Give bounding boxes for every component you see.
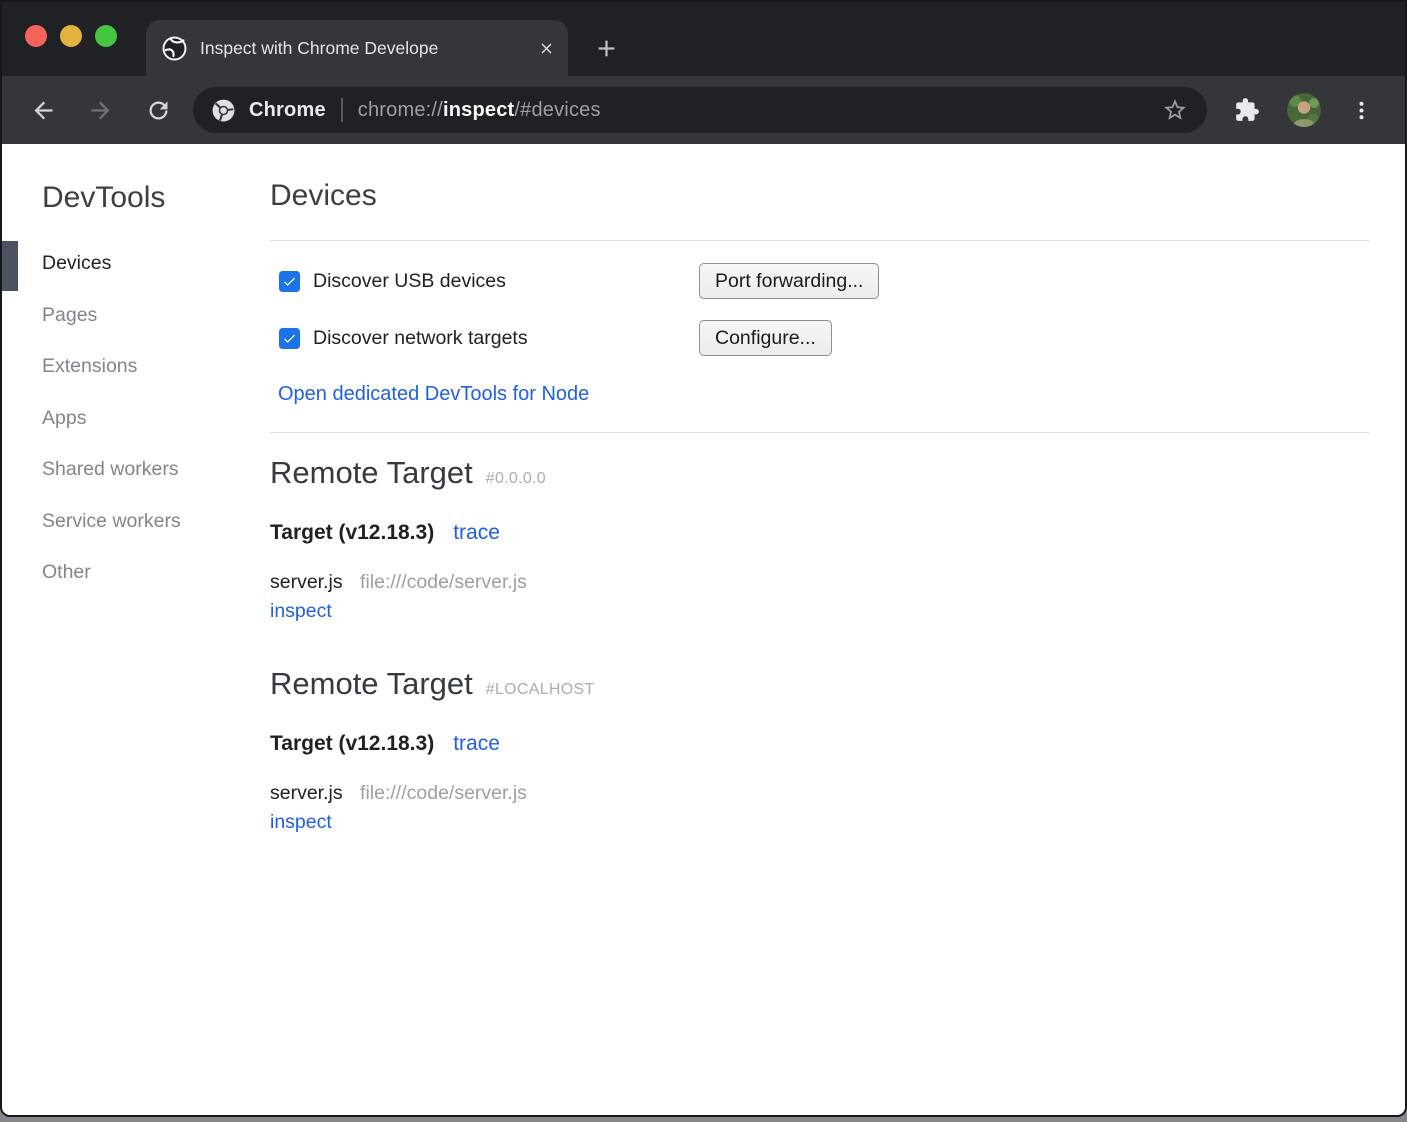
reload-button[interactable]: [143, 95, 173, 125]
sidebar-item-extensions[interactable]: Extensions: [42, 341, 270, 393]
target-version-label: Target (v12.18.3): [270, 730, 434, 758]
url-host: inspect: [443, 99, 514, 121]
browser-toolbar: Chrome chrome://inspect/#devices: [2, 76, 1405, 144]
tab-close-icon[interactable]: [536, 38, 556, 58]
remote-target-address: #LOCALHOST: [486, 681, 595, 699]
sidebar-selection-indicator: [2, 241, 18, 291]
url-text: chrome://inspect/#devices: [358, 99, 601, 122]
chrome-logo-icon: [211, 98, 236, 123]
browser-tab[interactable]: Inspect with Chrome Develope: [146, 20, 568, 76]
target-version-label: Target (v12.18.3): [270, 519, 434, 547]
remote-target-heading: Remote Target: [270, 664, 473, 704]
remote-target-heading: Remote Target: [270, 453, 473, 493]
target-file-url: file:///code/server.js: [360, 782, 527, 804]
network-option-row: Discover network targets Configure...: [270, 320, 1369, 356]
sidebar-item-shared-workers[interactable]: Shared workers: [42, 444, 270, 496]
tab-favicon-globe-icon: [162, 36, 187, 61]
usb-option-row: Discover USB devices Port forwarding...: [270, 263, 1369, 299]
trace-link[interactable]: trace: [453, 519, 500, 547]
inspect-link[interactable]: inspect: [270, 809, 332, 835]
sidebar-item-other[interactable]: Other: [42, 547, 270, 599]
remote-target-section: Remote Target #LOCALHOST Target (v12.18.…: [270, 664, 1369, 835]
back-button[interactable]: [28, 95, 58, 125]
profile-avatar[interactable]: [1287, 93, 1321, 127]
discovery-options: Discover USB devices Port forwarding... …: [270, 263, 1369, 356]
titlebar: Inspect with Chrome Develope: [2, 2, 1405, 76]
devtools-title: DevTools: [42, 180, 270, 216]
minimize-window-button[interactable]: [60, 25, 82, 47]
sidebar-item-service-workers[interactable]: Service workers: [42, 496, 270, 548]
sidebar: DevTools Devices Pages Extensions Apps S…: [2, 144, 270, 1115]
remote-target-address: #0.0.0.0: [486, 470, 546, 488]
divider: [270, 432, 1369, 433]
bookmark-star-icon[interactable]: [1161, 96, 1189, 124]
divider: [270, 240, 1369, 241]
window-controls: [25, 25, 117, 47]
target-file-url: file:///code/server.js: [360, 571, 527, 593]
address-bar[interactable]: Chrome chrome://inspect/#devices: [193, 87, 1207, 133]
zoom-window-button[interactable]: [95, 25, 117, 47]
site-name-label: Chrome: [249, 99, 326, 122]
configure-button[interactable]: Configure...: [699, 320, 832, 356]
close-window-button[interactable]: [25, 25, 47, 47]
sidebar-item-apps[interactable]: Apps: [42, 393, 270, 445]
browser-window: Inspect with Chrome Develope: [0, 0, 1407, 1117]
extensions-puzzle-icon[interactable]: [1233, 96, 1261, 124]
sidebar-nav: Devices Pages Extensions Apps Shared wor…: [42, 238, 270, 599]
forward-button[interactable]: [85, 95, 115, 125]
trace-link[interactable]: trace: [453, 730, 500, 758]
target-file-name: server.js: [270, 782, 343, 804]
url-scheme: chrome://: [358, 99, 443, 121]
port-forwarding-button[interactable]: Port forwarding...: [699, 263, 879, 299]
page-title: Devices: [270, 178, 1369, 214]
main-panel: Devices Discover USB devices Port forwar…: [270, 144, 1405, 1115]
sidebar-item-pages[interactable]: Pages: [42, 290, 270, 342]
discover-network-checkbox[interactable]: [279, 328, 300, 349]
sidebar-item-devices[interactable]: Devices: [42, 238, 270, 290]
toolbar-right-controls: [1233, 93, 1375, 127]
tab-title: Inspect with Chrome Develope: [200, 38, 530, 59]
url-fragment: /#devices: [514, 99, 600, 121]
inspect-link[interactable]: inspect: [270, 598, 332, 624]
menu-kebab-icon[interactable]: [1347, 96, 1375, 124]
target-file-name: server.js: [270, 571, 343, 593]
discover-usb-label: Discover USB devices: [313, 270, 506, 293]
discover-usb-checkbox[interactable]: [279, 271, 300, 292]
remote-target-section: Remote Target #0.0.0.0 Target (v12.18.3)…: [270, 453, 1369, 624]
omnibox-separator: [341, 98, 343, 122]
page-content: DevTools Devices Pages Extensions Apps S…: [2, 144, 1405, 1115]
new-tab-button[interactable]: [586, 28, 626, 68]
open-node-devtools-link[interactable]: Open dedicated DevTools for Node: [278, 382, 1369, 406]
discover-network-label: Discover network targets: [313, 327, 528, 350]
